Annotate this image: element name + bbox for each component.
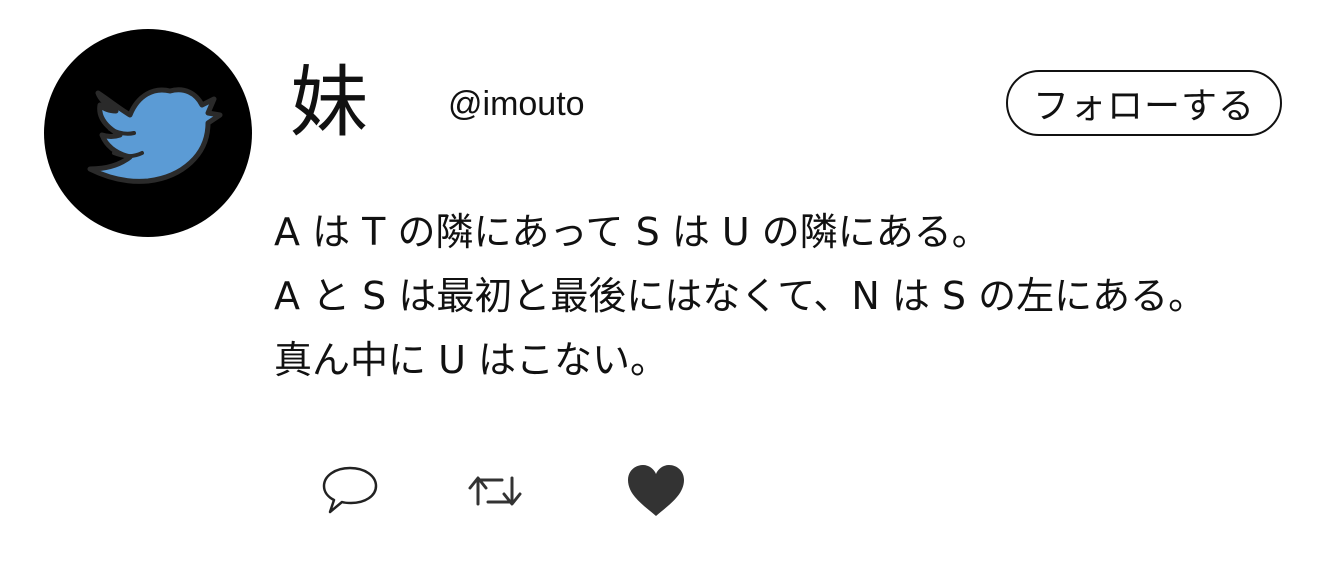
reply-button[interactable]	[320, 462, 380, 518]
like-button[interactable]	[624, 462, 688, 520]
display-name: 妹	[290, 58, 369, 148]
speech-bubble-icon	[322, 466, 378, 514]
bird-icon	[87, 87, 223, 184]
retweet-icon	[468, 476, 522, 506]
tweet-text: A は T の隣にあって S は U の隣にある。 A と S は最初と最後には…	[274, 200, 1314, 392]
tweet-line: A と S は最初と最後にはなくて、N は S の左にある。	[274, 274, 1207, 318]
retweet-button[interactable]	[464, 466, 526, 516]
avatar[interactable]	[44, 29, 252, 237]
follow-button[interactable]: フォローする	[1006, 70, 1282, 136]
heart-icon	[628, 465, 684, 516]
tweet-line: 真ん中に U はこない。	[274, 338, 668, 382]
tweet-line: A は T の隣にあって S は U の隣にある。	[274, 210, 990, 254]
user-handle[interactable]: @imouto	[448, 82, 585, 126]
